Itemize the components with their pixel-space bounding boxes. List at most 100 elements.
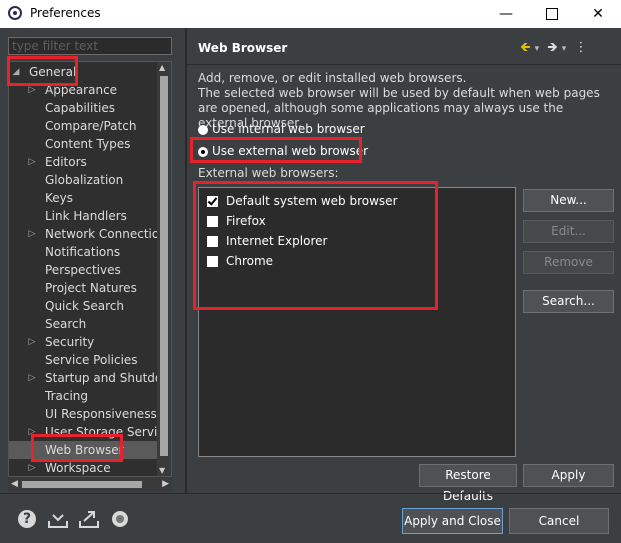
tree-item-label: Appearance bbox=[45, 83, 118, 97]
footer-divider bbox=[0, 493, 621, 494]
view-menu-icon[interactable]: ⋮ bbox=[574, 40, 587, 55]
tree-item-capabilities[interactable]: Capabilities bbox=[9, 99, 158, 117]
tree-item-label: UI Responsiveness M bbox=[45, 407, 171, 421]
checkbox-checked-icon[interactable] bbox=[207, 196, 218, 207]
collapsed-arrow-icon[interactable]: ▷ bbox=[27, 423, 37, 441]
tree-item-label: Quick Search bbox=[45, 299, 124, 313]
tree-item-workspace[interactable]: ▷ Workspace bbox=[9, 459, 158, 476]
scroll-thumb-horizontal[interactable] bbox=[22, 481, 142, 488]
title-bar: Preferences — ✕ bbox=[0, 0, 621, 28]
back-dropdown-icon[interactable]: ▾ bbox=[535, 44, 540, 54]
collapsed-arrow-icon[interactable]: ▷ bbox=[27, 225, 37, 243]
help-icon[interactable]: ? bbox=[18, 510, 36, 528]
tree-item-label: Workspace bbox=[45, 461, 111, 475]
collapsed-arrow-icon[interactable]: ▷ bbox=[27, 333, 37, 351]
back-arrow-icon[interactable]: 🡸 bbox=[520, 38, 531, 60]
tree-item-label: Globalization bbox=[45, 173, 124, 187]
preferences-tree: ◢ General ▷ Appearance Capabilities Compare… bbox=[8, 61, 172, 477]
checkbox-unchecked-icon[interactable] bbox=[207, 256, 218, 267]
tree-item-keys[interactable]: Keys bbox=[9, 189, 158, 207]
browser-list-item[interactable]: Internet Explorer bbox=[207, 232, 327, 250]
radio-internal-browser[interactable]: Use internal web browser bbox=[198, 120, 365, 138]
tree-item-tracing[interactable]: Tracing bbox=[9, 387, 158, 405]
checkbox-unchecked-icon[interactable] bbox=[207, 216, 218, 227]
maximize-icon bbox=[546, 8, 558, 20]
edit-button[interactable]: Edit... bbox=[523, 220, 614, 243]
maximize-button[interactable] bbox=[529, 0, 575, 28]
tree-item-service-policies[interactable]: Service Policies bbox=[9, 351, 158, 369]
tree-item-label: Editors bbox=[45, 155, 87, 169]
scroll-up-icon[interactable]: ▲ bbox=[159, 63, 165, 72]
tree-item-project-natures[interactable]: Project Natures bbox=[9, 279, 158, 297]
tree-item-editors[interactable]: ▷ Editors bbox=[9, 153, 158, 171]
forward-arrow-icon[interactable]: 🡺 bbox=[547, 38, 558, 60]
scroll-left-icon[interactable]: ◀ bbox=[11, 477, 18, 491]
import-icon[interactable] bbox=[47, 509, 68, 529]
tree-item-search[interactable]: Search bbox=[9, 315, 158, 333]
export-icon[interactable] bbox=[78, 509, 99, 529]
tree-item-label: Project Natures bbox=[45, 281, 137, 295]
tree-horizontal-scrollbar[interactable]: ◀ ▶ bbox=[8, 477, 172, 491]
tree-item-ui-responsiveness-m[interactable]: UI Responsiveness M bbox=[9, 405, 171, 423]
browser-list-item[interactable]: Default system web browser bbox=[207, 192, 398, 210]
browser-name: Default system web browser bbox=[226, 194, 398, 208]
navigation-icons: 🡸 ▾ 🡺 ▾ ⋮ bbox=[520, 38, 591, 60]
cancel-button[interactable]: Cancel bbox=[509, 508, 609, 534]
tree-item-globalization[interactable]: Globalization bbox=[9, 171, 158, 189]
radio-external-browser[interactable]: Use external web browser bbox=[198, 142, 368, 160]
minimize-button[interactable]: — bbox=[483, 0, 529, 28]
tree-item-label: Notifications bbox=[45, 245, 121, 259]
tree-vertical-scrollbar[interactable]: ▲ ▼ bbox=[157, 62, 171, 476]
pane-divider[interactable] bbox=[185, 28, 187, 494]
tree-item-link-handlers[interactable]: Link Handlers bbox=[9, 207, 158, 225]
collapsed-arrow-icon[interactable]: ▷ bbox=[27, 81, 37, 99]
collapsed-arrow-icon[interactable]: ▷ bbox=[27, 459, 37, 476]
tree-item-perspectives[interactable]: Perspectives bbox=[9, 261, 158, 279]
checkbox-unchecked-icon[interactable] bbox=[207, 236, 218, 247]
browser-name: Firefox bbox=[226, 214, 266, 228]
close-button[interactable]: ✕ bbox=[575, 0, 621, 28]
dialog-body: type filter text ◢ General ▷ Appearance Ca… bbox=[0, 28, 621, 543]
scroll-thumb[interactable] bbox=[160, 76, 168, 456]
browser-list-item[interactable]: Chrome bbox=[207, 252, 273, 270]
tree-item-user-storage-service[interactable]: ▷ User Storage Service bbox=[9, 423, 171, 441]
radio-checked-icon[interactable] bbox=[198, 146, 208, 157]
radio-internal-label: Use internal web browser bbox=[212, 122, 365, 136]
apply-and-close-button[interactable]: Apply and Close bbox=[402, 508, 503, 534]
tree-item-security[interactable]: ▷ Security bbox=[9, 333, 158, 351]
tree-item-label: Compare/Patch bbox=[45, 119, 137, 133]
tree-item-label: Search bbox=[45, 317, 87, 331]
tree-item-label: Link Handlers bbox=[45, 209, 127, 223]
apply-button[interactable]: Apply bbox=[523, 464, 614, 487]
radio-unchecked-icon[interactable] bbox=[198, 124, 208, 135]
tree-item-quick-search[interactable]: Quick Search bbox=[9, 297, 158, 315]
collapsed-arrow-icon[interactable]: ▷ bbox=[27, 153, 37, 171]
collapsed-arrow-icon[interactable]: ▷ bbox=[27, 369, 37, 387]
tree-item-startup-and-shutdown[interactable]: ▷ Startup and Shutdown bbox=[9, 369, 171, 387]
external-browsers-list[interactable]: Default system web browser Firefox Interne… bbox=[198, 187, 516, 457]
tree-item-label: Tracing bbox=[45, 389, 89, 403]
tree-item-content-types[interactable]: Content Types bbox=[9, 135, 158, 153]
record-icon[interactable] bbox=[112, 511, 128, 527]
expanded-arrow-icon[interactable]: ◢ bbox=[11, 63, 21, 81]
forward-dropdown-icon[interactable]: ▾ bbox=[562, 44, 567, 54]
tree-item-appearance[interactable]: ▷ Appearance bbox=[9, 81, 158, 99]
filter-input[interactable]: type filter text bbox=[8, 37, 172, 55]
tree-item-network-connections[interactable]: ▷ Network Connections bbox=[9, 225, 171, 243]
eclipse-icon bbox=[8, 6, 22, 20]
tree-item-compare-patch[interactable]: Compare/Patch bbox=[9, 117, 158, 135]
tree-item-label: Content Types bbox=[45, 137, 131, 151]
tree-item-label: Startup and Shutdown bbox=[45, 371, 172, 385]
tree-item-notifications[interactable]: Notifications bbox=[9, 243, 158, 261]
browser-list-item[interactable]: Firefox bbox=[207, 212, 266, 230]
remove-button[interactable]: Remove bbox=[523, 251, 614, 274]
window-title: Preferences bbox=[30, 6, 101, 20]
header-divider bbox=[187, 64, 621, 65]
search-button[interactable]: Search... bbox=[523, 290, 614, 313]
scroll-down-icon[interactable]: ▼ bbox=[159, 466, 165, 475]
new-button[interactable]: New... bbox=[523, 189, 614, 212]
tree-item-web-browser[interactable]: Web Browser bbox=[9, 441, 158, 459]
scroll-right-icon[interactable]: ▶ bbox=[162, 477, 169, 491]
restore-defaults-button[interactable]: Restore Defaults bbox=[419, 464, 517, 503]
tree-item-label: Capabilities bbox=[45, 101, 115, 115]
